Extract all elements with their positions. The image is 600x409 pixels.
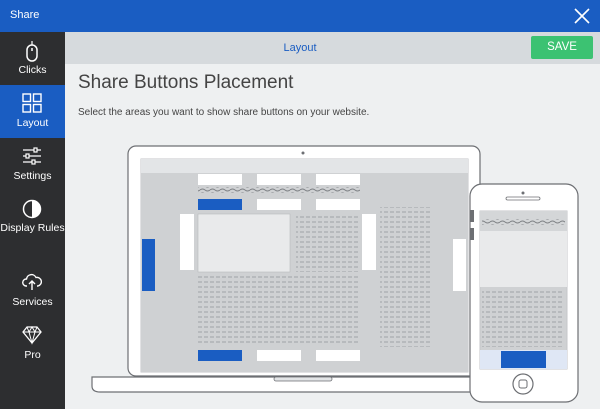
top-share-area[interactable] <box>198 174 242 185</box>
mobile-share-button[interactable] <box>501 351 546 368</box>
laptop-mockup <box>91 145 509 393</box>
below-title-share-area[interactable] <box>198 199 242 210</box>
right-sidebar-share-area[interactable] <box>362 214 376 270</box>
top-share-area[interactable] <box>316 174 360 185</box>
left-sidebar-share-area[interactable] <box>180 214 194 270</box>
right-floating-share-area[interactable] <box>453 239 466 291</box>
placement-preview <box>91 145 579 403</box>
bottom-share-area[interactable] <box>198 350 242 361</box>
below-title-share-area[interactable] <box>316 199 360 210</box>
left-floating-share-area[interactable] <box>142 239 155 291</box>
below-title-share-area[interactable] <box>257 199 301 210</box>
bottom-share-area[interactable] <box>257 350 301 361</box>
phone-mockup <box>469 183 579 403</box>
bottom-share-area[interactable] <box>316 350 360 361</box>
top-share-area[interactable] <box>257 174 301 185</box>
